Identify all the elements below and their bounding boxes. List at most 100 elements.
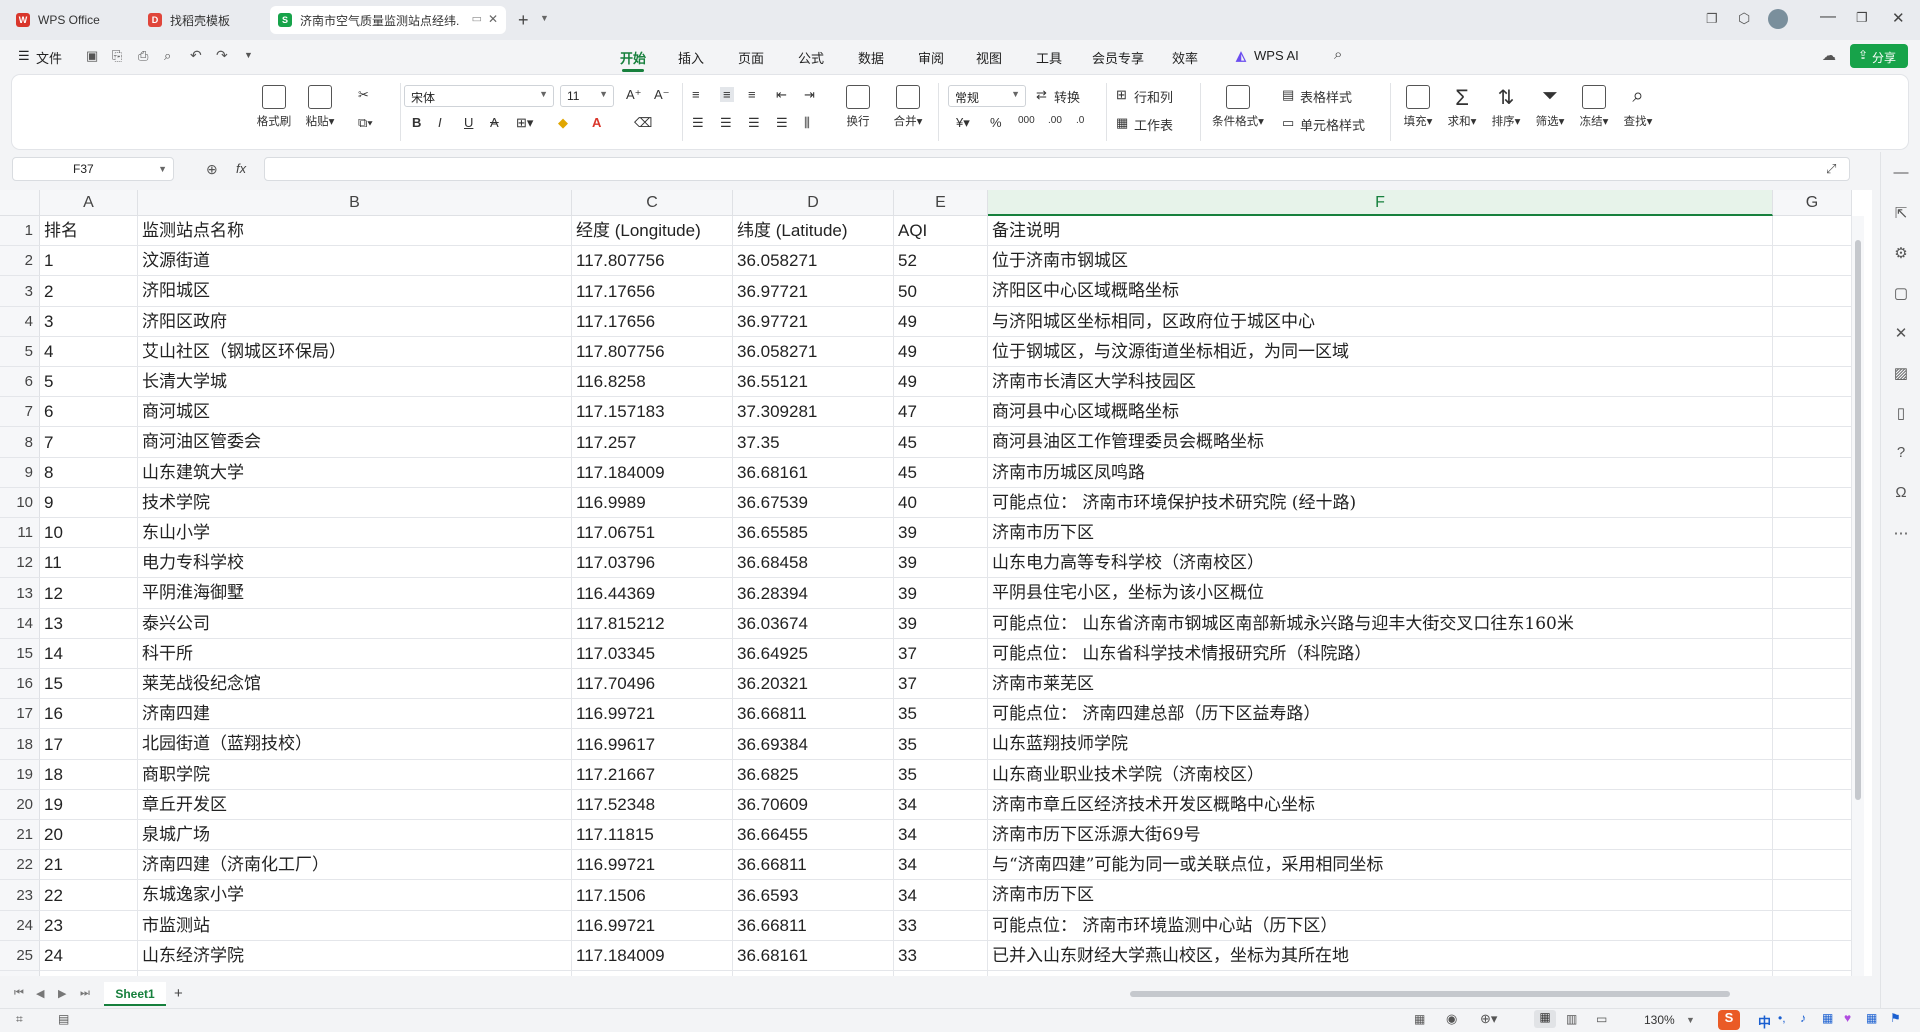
table-cell[interactable] — [1773, 609, 1852, 639]
table-cell[interactable]: 平阴县住宅小区，坐标为该小区概位 — [988, 578, 1773, 609]
table-cell[interactable]: 17 — [40, 729, 138, 760]
share-button[interactable]: ⇪ 分享 — [1850, 44, 1908, 68]
font-size-select[interactable]: 11 ▼ — [560, 85, 614, 107]
table-cell[interactable]: 技术学院 — [138, 488, 572, 518]
table-cell[interactable] — [1773, 971, 1852, 976]
table-style-icon[interactable]: ▤ — [1282, 87, 1294, 103]
table-cell[interactable]: 33 — [894, 941, 988, 971]
table-cell[interactable]: 山东电力高等专科学校（济南校区） — [988, 548, 1773, 578]
chevron-down-icon[interactable]: ▼ — [158, 164, 167, 174]
table-cell[interactable]: 117.11815 — [572, 820, 733, 850]
table-cell[interactable]: 36.68161 — [733, 458, 894, 488]
row-header[interactable]: 21 — [0, 820, 40, 850]
table-cell[interactable]: 37.309281 — [733, 397, 894, 427]
table-cell[interactable]: 商职学院 — [138, 760, 572, 790]
wrap-button[interactable]: 换行 — [838, 85, 878, 129]
table-cell[interactable] — [1773, 518, 1852, 548]
table-cell[interactable]: 10 — [40, 518, 138, 548]
table-cell[interactable]: 可能点位： 济南四建总部（历下区益寿路） — [988, 699, 1773, 729]
copy-icon[interactable]: ⧉▾ — [358, 115, 373, 131]
table-cell[interactable]: 36.66811 — [733, 911, 894, 941]
print-icon[interactable]: ⎙ — [138, 48, 148, 64]
cut-icon[interactable]: ✂ — [358, 87, 369, 103]
table-cell[interactable]: 13 — [40, 609, 138, 639]
thousands-icon[interactable]: 000 — [1018, 115, 1035, 126]
page-view-icon[interactable]: ▥ — [1566, 1012, 1577, 1026]
tab-wps-office[interactable]: W WPS Office — [8, 6, 138, 34]
prev-sheet-icon[interactable]: ◀ — [36, 987, 44, 1000]
close-window-icon[interactable]: ✕ — [1892, 9, 1905, 27]
convert-label[interactable]: 转换 — [1054, 87, 1080, 106]
table-cell[interactable]: 汶源街道 — [138, 246, 572, 276]
ime-logo-icon[interactable]: S — [1718, 1010, 1740, 1030]
menu-data[interactable]: 数据 — [858, 48, 884, 67]
headset-icon[interactable]: Ω — [1891, 484, 1911, 504]
table-cell[interactable]: 116.9989 — [572, 488, 733, 518]
table-cell[interactable] — [1773, 246, 1852, 276]
fill-button[interactable]: 填充▾ — [1398, 85, 1438, 129]
table-cell[interactable]: 36.65585 — [733, 518, 894, 548]
column-header-f[interactable]: F — [988, 190, 1773, 216]
table-cell[interactable]: 与“济南四建”可能为同一或关联点位，采用相同坐标 — [988, 850, 1773, 880]
chevron-down-icon[interactable]: ▼ — [1686, 1015, 1695, 1025]
table-cell[interactable]: 36.70609 — [733, 971, 894, 976]
minimize-icon[interactable]: — — [1820, 8, 1836, 26]
row-header[interactable]: 13 — [0, 578, 40, 609]
table-cell[interactable]: 8 — [40, 458, 138, 488]
table-cell[interactable]: 117.1506 — [572, 880, 733, 911]
table-cell[interactable]: 34 — [894, 820, 988, 850]
table-cell[interactable]: 35 — [894, 760, 988, 790]
table-cell[interactable]: 2 — [40, 276, 138, 307]
table-cell[interactable]: 36.64925 — [733, 639, 894, 669]
table-cell[interactable]: 36.6825 — [733, 760, 894, 790]
table-cell[interactable] — [1773, 790, 1852, 820]
filter-button[interactable]: ⏷ 筛选▾ — [1530, 85, 1570, 129]
row-header[interactable]: 3 — [0, 276, 40, 307]
increase-decimal-icon[interactable]: .00 — [1048, 115, 1062, 126]
row-header[interactable]: 16 — [0, 669, 40, 699]
font-name-select[interactable]: 宋体 ▼ — [404, 85, 554, 107]
table-cell[interactable]: 39 — [894, 548, 988, 578]
table-cell[interactable]: 47 — [894, 397, 988, 427]
freeze-button[interactable]: 冻结▾ — [1574, 85, 1614, 129]
table-cell[interactable]: 电力专科学校 — [138, 548, 572, 578]
table-cell[interactable]: 泉城广场 — [138, 820, 572, 850]
table-cell[interactable]: 36.68161 — [733, 941, 894, 971]
table-cell[interactable]: 济南市历下区泺源大街69号 — [988, 820, 1773, 850]
row-header[interactable]: 20 — [0, 790, 40, 820]
table-cell[interactable]: 济南市莱芜区 — [988, 669, 1773, 699]
menu-formula[interactable]: 公式 — [798, 48, 824, 67]
menu-view[interactable]: 视图 — [976, 48, 1002, 67]
table-cell[interactable] — [1773, 669, 1852, 699]
eye-icon[interactable]: ◉ — [1446, 1011, 1457, 1027]
table-cell[interactable]: 35 — [894, 729, 988, 760]
save-icon[interactable]: ▣ — [86, 48, 98, 64]
conditional-format-button[interactable]: 条件格式▾ — [1208, 85, 1268, 129]
normal-view-icon[interactable]: ▦ — [1534, 1010, 1556, 1028]
table-cell[interactable]: 与济阳城区坐标相同，区政府位于城区中心 — [988, 307, 1773, 337]
table-cell[interactable]: 济南市章丘区经济技术开发区概略中心坐标 — [988, 790, 1773, 820]
redo-icon[interactable]: ↷ — [216, 47, 228, 64]
table-cell[interactable] — [1773, 820, 1852, 850]
table-cell[interactable]: 49 — [894, 307, 988, 337]
table-cell[interactable]: 艾山社区（钢城区环保局） — [138, 337, 572, 367]
table-cell[interactable]: 36.66811 — [733, 850, 894, 880]
row-header[interactable]: 2 — [0, 246, 40, 276]
cloud-upload-icon[interactable]: ☁ — [1822, 47, 1836, 64]
name-box[interactable]: F37 ▼ — [12, 157, 174, 181]
formula-input[interactable] — [264, 157, 1850, 181]
align-top-icon[interactable]: ≡ — [692, 87, 700, 102]
search-icon[interactable]: ⌕ — [1334, 46, 1342, 63]
indent-decrease-icon[interactable]: ⇤ — [776, 87, 787, 103]
table-cell[interactable]: 商河油区管委会 — [138, 427, 572, 458]
export-icon[interactable]: ⎘ — [112, 48, 122, 64]
table-cell[interactable]: 52 — [894, 246, 988, 276]
table-cell[interactable]: 济南市历下区 — [988, 518, 1773, 548]
print-preview-icon[interactable]: ⌕ — [164, 48, 171, 64]
table-cell[interactable]: 市监测站 — [138, 911, 572, 941]
header-cell[interactable]: 经度 (Longitude) — [572, 216, 733, 246]
table-cell[interactable]: 山东建筑大学 — [138, 458, 572, 488]
apps-icon[interactable]: ▦ — [1866, 1011, 1877, 1025]
underline-icon[interactable]: U — [464, 115, 473, 130]
table-cell[interactable]: 济南四建 — [138, 699, 572, 729]
